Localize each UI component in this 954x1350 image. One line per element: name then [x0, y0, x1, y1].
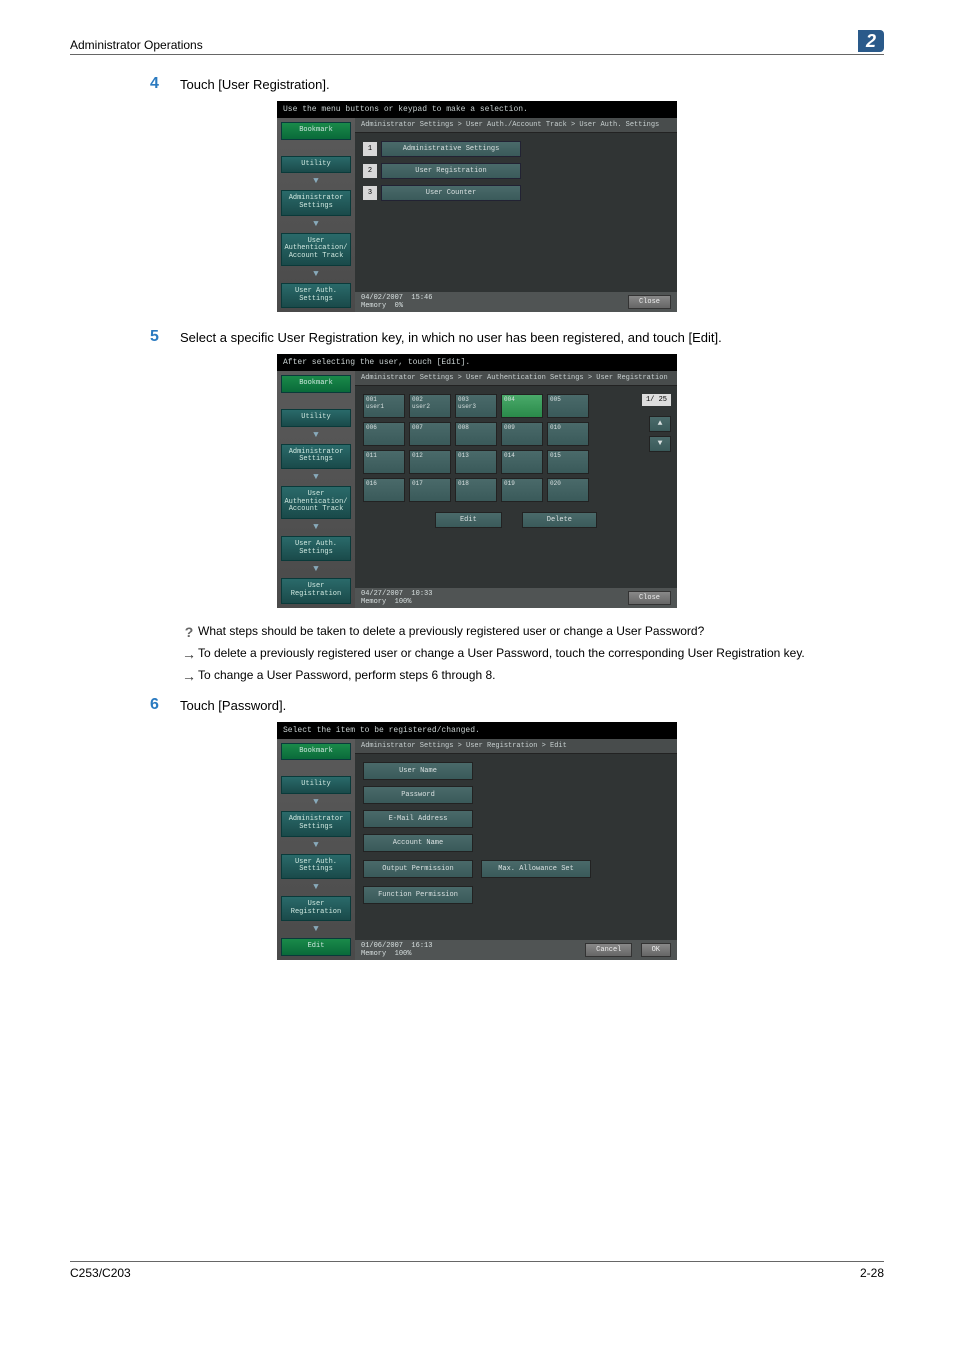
- close-button[interactable]: Close: [628, 591, 671, 605]
- function-permission-button[interactable]: Function Permission: [363, 886, 473, 904]
- down-arrow-icon: ▼: [281, 431, 351, 440]
- cancel-button[interactable]: Cancel: [585, 943, 632, 957]
- user-slot-014[interactable]: 014: [501, 450, 543, 474]
- user-slot-003[interactable]: 003user3: [455, 394, 497, 418]
- step4-text: Touch [User Registration].: [180, 75, 330, 92]
- panel1-status: 04/02/2007 15:46Memory 0%: [361, 294, 432, 310]
- down-arrow-icon: ▼: [281, 270, 351, 279]
- down-arrow-icon: ▼: [281, 523, 351, 532]
- menu-administrative-settings[interactable]: Administrative Settings: [381, 141, 521, 157]
- panel3-status: 01/06/2007 16:13Memory 100%: [361, 942, 432, 958]
- edit-crumb-button[interactable]: Edit: [281, 938, 351, 956]
- edit-button[interactable]: Edit: [435, 512, 502, 528]
- user-slot-019[interactable]: 019: [501, 478, 543, 502]
- step6-text: Touch [Password].: [180, 696, 286, 713]
- menu-user-registration[interactable]: User Registration: [381, 163, 521, 179]
- menu-num-2: 2: [363, 164, 377, 178]
- delete-button[interactable]: Delete: [522, 512, 597, 528]
- user-auth-settings-button[interactable]: User Auth. Settings: [281, 854, 351, 879]
- max-allowance-button[interactable]: Max. Allowance Set: [481, 860, 591, 878]
- bookmark-button[interactable]: Bookmark: [281, 375, 351, 393]
- question-icon: ?: [180, 624, 198, 640]
- user-auth-settings-button[interactable]: User Auth. Settings: [281, 536, 351, 561]
- down-arrow-icon: ▼: [281, 798, 351, 807]
- user-slot-016[interactable]: 016: [363, 478, 405, 502]
- menu-num-1: 1: [363, 142, 377, 156]
- user-auth-account-track-button[interactable]: User Authentication/ Account Track: [281, 233, 351, 266]
- footer-left: C253/C203: [70, 1266, 131, 1280]
- user-slot-008[interactable]: 008: [455, 422, 497, 446]
- menu-num-3: 3: [363, 186, 377, 200]
- user-slot-013[interactable]: 013: [455, 450, 497, 474]
- down-arrow-icon: ▼: [281, 841, 351, 850]
- user-slot-009[interactable]: 009: [501, 422, 543, 446]
- panel1-instruction: Use the menu buttons or keypad to make a…: [277, 101, 677, 118]
- user-slot-018[interactable]: 018: [455, 478, 497, 502]
- down-arrow-icon: ▼: [281, 220, 351, 229]
- panel2-breadcrumb: Administrator Settings > User Authentica…: [355, 371, 677, 386]
- step5-text: Select a specific User Registration key,…: [180, 328, 722, 345]
- password-button[interactable]: Password: [363, 786, 473, 804]
- utility-button[interactable]: Utility: [281, 409, 351, 427]
- admin-settings-button[interactable]: Administrator Settings: [281, 811, 351, 836]
- user-slot-007[interactable]: 007: [409, 422, 451, 446]
- user-slot-001[interactable]: 001user1: [363, 394, 405, 418]
- menu-user-counter[interactable]: User Counter: [381, 185, 521, 201]
- user-slot-012[interactable]: 012: [409, 450, 451, 474]
- bookmark-button[interactable]: Bookmark: [281, 743, 351, 761]
- step4-number: 4: [150, 75, 180, 93]
- user-registration-button[interactable]: User Registration: [281, 896, 351, 921]
- chapter-badge: 2: [858, 30, 884, 52]
- utility-button[interactable]: Utility: [281, 156, 351, 174]
- panel1-breadcrumb: Administrator Settings > User Auth./Acco…: [355, 118, 677, 133]
- panel3-breadcrumb: Administrator Settings > User Registrati…: [355, 739, 677, 754]
- down-arrow-icon: ▼: [281, 925, 351, 934]
- panel-user-registration-edit: Select the item to be registered/changed…: [277, 722, 677, 960]
- admin-settings-button[interactable]: Administrator Settings: [281, 190, 351, 215]
- account-name-button[interactable]: Account Name: [363, 834, 473, 852]
- user-slot-004[interactable]: 004: [501, 394, 543, 418]
- panel-user-registration-list: After selecting the user, touch [Edit]. …: [277, 354, 677, 608]
- ok-button[interactable]: OK: [641, 943, 671, 957]
- user-auth-account-track-button[interactable]: User Authentication/ Account Track: [281, 486, 351, 519]
- down-arrow-icon: ▼: [281, 883, 351, 892]
- panel-user-auth-settings: Use the menu buttons or keypad to make a…: [277, 101, 677, 312]
- page-indicator: 1/ 25: [642, 394, 671, 406]
- user-slot-011[interactable]: 011: [363, 450, 405, 474]
- scroll-up-button[interactable]: ▲: [649, 416, 671, 432]
- panel2-instruction: After selecting the user, touch [Edit].: [277, 354, 677, 371]
- down-arrow-icon: ▼: [281, 565, 351, 574]
- step6-number: 6: [150, 696, 180, 714]
- user-slot-006[interactable]: 006: [363, 422, 405, 446]
- panel3-instruction: Select the item to be registered/changed…: [277, 722, 677, 739]
- admin-settings-button[interactable]: Administrator Settings: [281, 444, 351, 469]
- page-header-title: Administrator Operations: [70, 38, 203, 52]
- user-slot-015[interactable]: 015: [547, 450, 589, 474]
- step5-number: 5: [150, 328, 180, 346]
- panel2-status: 04/27/2007 10:33Memory 100%: [361, 590, 432, 606]
- bookmark-button[interactable]: Bookmark: [281, 122, 351, 140]
- answer-arrow-icon: [180, 646, 198, 662]
- close-button[interactable]: Close: [628, 295, 671, 309]
- qa-question: What steps should be taken to delete a p…: [198, 624, 704, 640]
- user-auth-settings-button[interactable]: User Auth. Settings: [281, 283, 351, 308]
- scroll-down-button[interactable]: ▼: [649, 436, 671, 452]
- down-arrow-icon: ▼: [281, 473, 351, 482]
- user-name-button[interactable]: User Name: [363, 762, 473, 780]
- user-registration-button[interactable]: User Registration: [281, 578, 351, 603]
- user-slot-010[interactable]: 010: [547, 422, 589, 446]
- user-slot-020[interactable]: 020: [547, 478, 589, 502]
- output-permission-button[interactable]: Output Permission: [363, 860, 473, 878]
- footer-right: 2-28: [860, 1266, 884, 1280]
- answer-arrow-icon: [180, 668, 198, 684]
- email-address-button[interactable]: E-Mail Address: [363, 810, 473, 828]
- utility-button[interactable]: Utility: [281, 776, 351, 794]
- user-slot-017[interactable]: 017: [409, 478, 451, 502]
- qa-answer-2: To change a User Password, perform steps…: [198, 668, 496, 684]
- qa-answer-1: To delete a previously registered user o…: [198, 646, 805, 662]
- user-slot-005[interactable]: 005: [547, 394, 589, 418]
- down-arrow-icon: ▼: [281, 177, 351, 186]
- user-slot-002[interactable]: 002user2: [409, 394, 451, 418]
